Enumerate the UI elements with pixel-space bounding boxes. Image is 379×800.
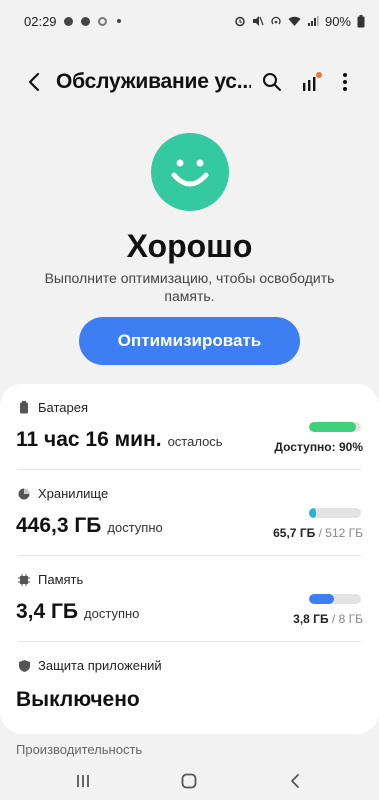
memory-total: 8 ГБ [338, 612, 363, 626]
battery-icon [357, 14, 365, 27]
battery-label: Батарея [38, 400, 89, 415]
mute-icon [252, 16, 264, 26]
battery-percent: 90% [324, 13, 351, 29]
signal-icon [307, 16, 319, 26]
storage-available-suffix: доступно [107, 520, 163, 535]
battery-time-remaining: 11 час 16 мин. [16, 428, 162, 451]
more-icon [343, 73, 347, 91]
app-bar: Обслуживание ус... [0, 58, 379, 106]
storage-level-fill [309, 508, 316, 518]
memory-row[interactable]: Память 3,4 ГБ доступно 3,8 ГБ / 8 ГБ [0, 556, 379, 642]
battery-available: Доступно: 90% [274, 440, 363, 454]
status-bar: 02:29 90% [0, 0, 379, 42]
page-title: Обслуживание ус... [56, 70, 251, 93]
memory-available-suffix: доступно [84, 606, 140, 621]
notification-icon [63, 16, 74, 27]
optimize-button[interactable]: Оптимизировать [79, 317, 300, 365]
memory-level-fill [309, 594, 334, 604]
notification-ring-icon [97, 16, 108, 27]
storage-label: Хранилище [38, 486, 109, 501]
home-button[interactable] [176, 768, 202, 794]
memory-used: 3,8 ГБ [293, 612, 329, 626]
storage-used: 65,7 ГБ [273, 526, 316, 540]
storage-available-value: 446,3 ГБ [16, 514, 102, 537]
storage-icon [18, 488, 30, 500]
back-nav-button[interactable] [282, 768, 308, 794]
memory-usage: 3,8 ГБ / 8 ГБ [293, 612, 363, 626]
back-icon [28, 72, 40, 92]
storage-level-bar [309, 508, 361, 518]
status-time: 02:29 [24, 13, 57, 29]
shield-icon [18, 659, 30, 672]
alarm-icon [235, 16, 245, 27]
storage-usage: 65,7 ГБ / 512 ГБ [273, 526, 363, 540]
wifi-icon [288, 16, 301, 26]
app-protection-label: Защита приложений [38, 658, 162, 673]
navigation-bar [0, 760, 379, 800]
device-care-card: Батарея 11 час 16 мин. осталось Доступно… [0, 384, 379, 734]
device-status-title: Хорошо [126, 228, 253, 264]
battery-row[interactable]: Батарея 11 час 16 мин. осталось Доступно… [0, 384, 379, 470]
dot-icon [114, 16, 125, 27]
memory-icon [18, 573, 30, 586]
memory-available-value: 3,4 ГБ [16, 600, 79, 623]
notification-icon [80, 16, 91, 27]
app-protection-status: Выключено [16, 688, 140, 711]
stats-icon [303, 72, 322, 91]
app-protection-row[interactable]: Защита приложений Выключено [0, 642, 379, 728]
storage-row[interactable]: Хранилище 446,3 ГБ доступно 65,7 ГБ / 51… [0, 470, 379, 556]
stats-button[interactable] [298, 68, 326, 96]
search-button[interactable] [258, 68, 286, 96]
recents-icon [77, 775, 89, 787]
smiley-face-icon [151, 133, 229, 211]
search-icon [263, 73, 281, 91]
device-status-subtitle: Выполните оптимизацию, чтобы освободить … [44, 270, 335, 304]
performance-section-header: Производительность [16, 742, 143, 757]
back-button[interactable] [20, 68, 48, 96]
home-icon [181, 773, 197, 789]
battery-level-fill [309, 422, 356, 432]
battery-time-suffix: осталось [167, 434, 223, 449]
more-options-button[interactable] [331, 68, 359, 96]
memory-label: Память [38, 572, 84, 587]
hotspot-icon [271, 16, 281, 25]
battery-level-bar [309, 422, 361, 432]
recents-button[interactable] [70, 768, 96, 794]
memory-level-bar [309, 594, 361, 604]
battery-icon [18, 401, 30, 414]
storage-total: 512 ГБ [325, 526, 363, 540]
back-nav-icon [291, 774, 299, 788]
